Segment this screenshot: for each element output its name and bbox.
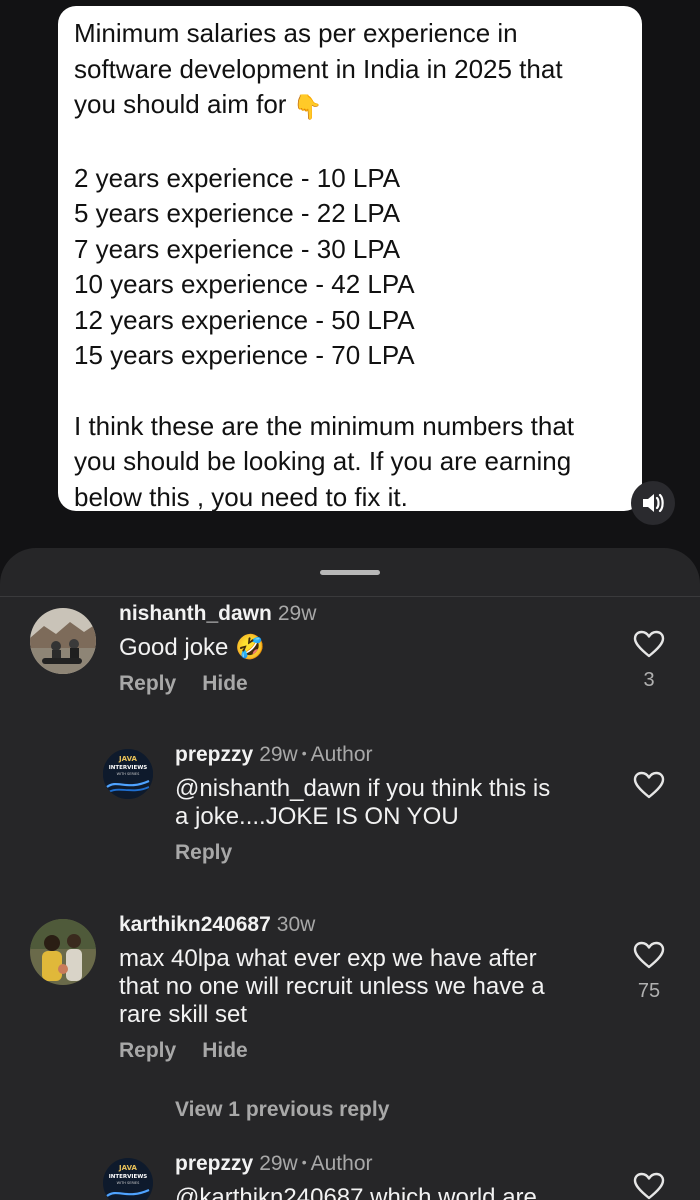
comment-age: 29w (277, 602, 317, 625)
heart-icon (633, 630, 665, 658)
svg-text:INTERVIEWS: INTERVIEWS (109, 765, 148, 771)
salary-line: 10 years experience - 42 LPA (74, 269, 415, 299)
sheet-drag-handle[interactable] (320, 570, 380, 575)
salary-line: 12 years experience - 50 LPA (74, 304, 415, 335)
avatar[interactable] (30, 608, 96, 674)
comment-text: @nishanth_dawn if you think this is a jo… (175, 775, 551, 830)
comment-age: 29w (259, 743, 298, 766)
username[interactable]: prepzzy (175, 1152, 253, 1175)
comment-text: @karthikn240687 which world are (175, 1184, 537, 1200)
avatar[interactable]: JAVA INTERVIEWS WITH SERIES (103, 749, 153, 799)
heart-icon (633, 771, 665, 799)
comment-body: prepzzy 29w • Author @karthikn240687 which … (175, 1152, 615, 1200)
mention-link[interactable]: @nishanth_dawn (175, 775, 361, 802)
pointing-down-emoji: 👇 (292, 94, 323, 121)
author-tag: Author (310, 743, 373, 766)
reply-button[interactable]: Reply (119, 1039, 176, 1062)
salary-line: 2 years experience - 10 LPA (74, 162, 401, 193)
username[interactable]: nishanth_dawn (119, 602, 272, 625)
comment-text: Good joke 🤣 (119, 634, 265, 661)
post-intro: Minimum salaries as per experience in so… (74, 16, 626, 126)
post-area: Minimum salaries as per experience in so… (0, 0, 700, 560)
svg-text:INTERVIEWS: INTERVIEWS (109, 1174, 148, 1180)
avatar[interactable]: JAVA INTERVIEWS WITH SERIES (103, 1158, 153, 1200)
svg-text:WITH SERIES: WITH SERIES (117, 772, 140, 776)
comments-sheet: nishanth_dawn 29w Good joke 🤣 Reply Hide 3… (0, 548, 700, 1200)
heart-icon (633, 941, 665, 969)
reply-button[interactable]: Reply (175, 841, 232, 864)
like-button[interactable]: 75 (632, 941, 666, 1003)
like-button[interactable]: 3 (632, 630, 666, 692)
like-button[interactable] (632, 1172, 666, 1200)
salary-line: 7 years experience - 30 LPA (74, 233, 401, 264)
username[interactable]: karthikn240687 (119, 913, 271, 936)
comment-body: prepzzy 29w • Author @nishanth_dawn if you … (175, 743, 615, 865)
view-previous-replies[interactable]: View 1 previous reply (175, 1098, 389, 1122)
sound-button[interactable] (631, 481, 675, 525)
hide-button[interactable]: Hide (202, 672, 248, 695)
comment-age: 29w (259, 1152, 298, 1175)
svg-text:JAVA: JAVA (118, 1164, 137, 1172)
like-count: 75 (637, 980, 661, 1002)
avatar[interactable] (30, 919, 96, 985)
comment-text: max 40lpa what ever exp we have after th… (119, 945, 545, 1028)
salary-list: 2 years experience - 10 LPA 5 years expe… (74, 161, 626, 374)
svg-text:JAVA: JAVA (118, 755, 137, 763)
heart-icon (633, 1172, 665, 1200)
comment-age: 30w (276, 913, 316, 936)
post-closing: I think these are the minimum numbers th… (74, 410, 575, 512)
author-tag: Author (310, 1152, 373, 1175)
hide-button[interactable]: Hide (202, 1039, 248, 1062)
username[interactable]: prepzzy (175, 743, 253, 766)
speaker-icon (643, 493, 664, 513)
reply-button[interactable]: Reply (119, 672, 176, 695)
salary-line: 15 years experience - 70 LPA (74, 340, 415, 370)
sheet-divider (0, 596, 700, 597)
like-count: 3 (643, 669, 655, 691)
comment-body: karthikn240687 30w max 40lpa what ever ex… (119, 913, 619, 1063)
post-card: Minimum salaries as per experience in so… (58, 6, 642, 512)
svg-text:WITH SERIES: WITH SERIES (117, 1181, 140, 1185)
comment-body: nishanth_dawn 29w Good joke 🤣 Reply Hide (119, 602, 619, 696)
salary-line: 5 years experience - 22 LPA (74, 198, 401, 228)
like-button[interactable] (632, 771, 666, 804)
